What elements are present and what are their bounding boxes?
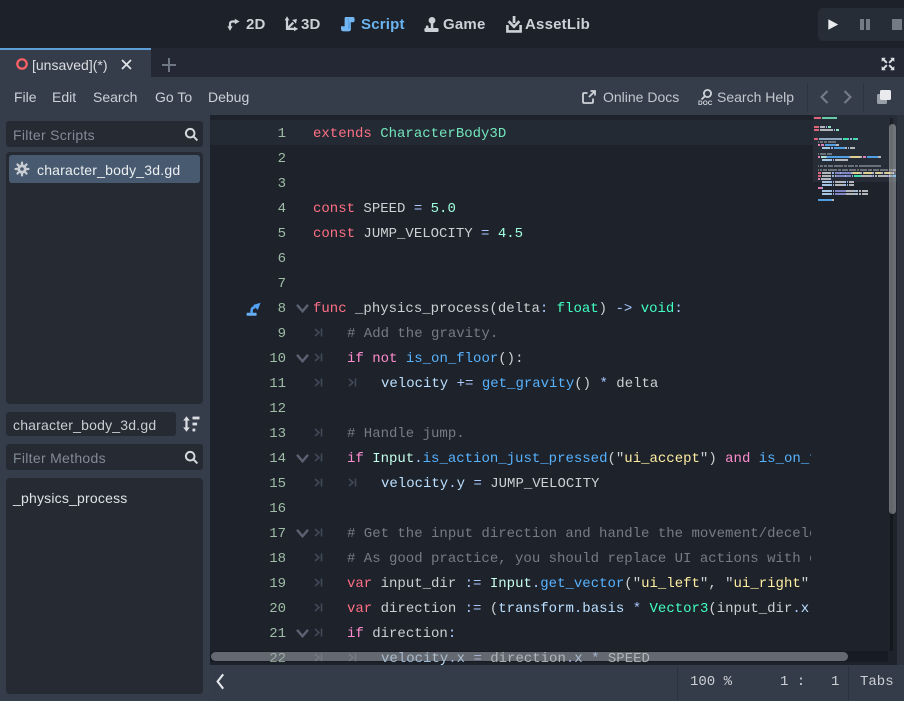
svg-text:DOC: DOC [698, 100, 713, 106]
